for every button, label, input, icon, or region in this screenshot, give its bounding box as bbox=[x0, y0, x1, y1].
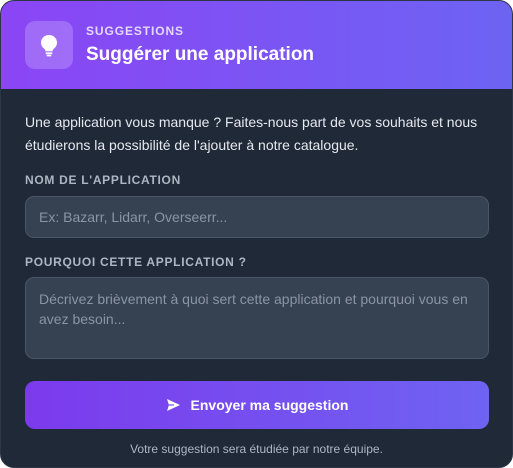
page-title: Suggérer une application bbox=[86, 44, 315, 65]
send-icon bbox=[166, 398, 181, 412]
reason-label: POURQUOI CETTE APPLICATION ? bbox=[25, 255, 247, 269]
card-header: SUGGESTIONS Suggérer une application bbox=[1, 1, 512, 89]
header-text: SUGGESTIONS Suggérer une application bbox=[86, 24, 314, 66]
suggestion-card: SUGGESTIONS Suggérer une application Une… bbox=[0, 0, 513, 468]
app-name-label: NOM DE L'APPLICATION bbox=[25, 173, 181, 187]
header-eyebrow: SUGGESTIONS bbox=[86, 24, 184, 38]
submit-suggestion-button[interactable]: Envoyer ma suggestion bbox=[25, 381, 489, 429]
reason-textarea[interactable] bbox=[25, 277, 489, 359]
intro-text: Une application vous manque ? Faites-nou… bbox=[25, 114, 478, 153]
footnote-text: Votre suggestion sera étudiée par notre … bbox=[130, 442, 383, 456]
submit-label: Envoyer ma suggestion bbox=[190, 397, 349, 413]
app-name-input[interactable] bbox=[25, 196, 489, 238]
card-body: Une application vous manque ? Faites-nou… bbox=[1, 89, 512, 456]
lightbulb-icon bbox=[25, 21, 73, 69]
